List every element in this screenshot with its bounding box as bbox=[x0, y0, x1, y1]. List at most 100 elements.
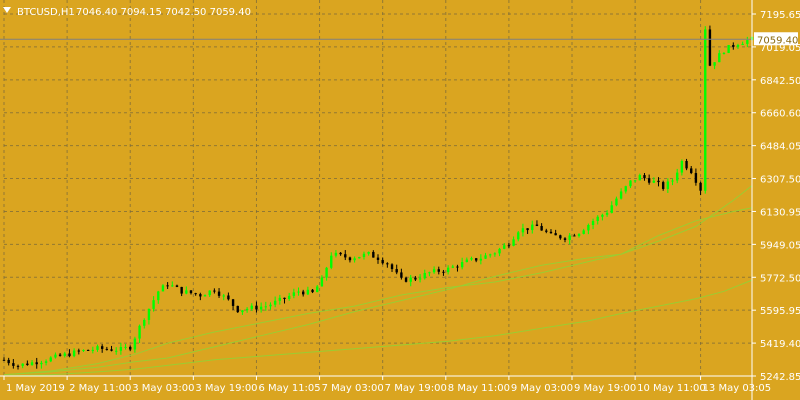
candle-body bbox=[245, 308, 249, 311]
candle-body bbox=[26, 363, 29, 366]
candle-body bbox=[563, 238, 567, 240]
x-tick-label: 7 May 03:00 bbox=[322, 383, 384, 394]
candle-body bbox=[35, 362, 38, 365]
candle-body bbox=[615, 198, 618, 206]
candle-body bbox=[414, 277, 417, 280]
candle-body bbox=[297, 291, 300, 293]
candle-body bbox=[713, 62, 716, 66]
moving-average-line bbox=[3, 279, 753, 377]
candle-body bbox=[718, 53, 721, 63]
candle-body bbox=[348, 257, 352, 261]
candle-body bbox=[96, 346, 99, 350]
candle-body bbox=[554, 233, 557, 236]
candle-body bbox=[474, 258, 478, 261]
candle-body bbox=[437, 269, 440, 272]
candle-body bbox=[105, 348, 109, 350]
candle-body bbox=[685, 160, 688, 169]
x-tick-label: 2 May 11:00 bbox=[69, 383, 131, 394]
candle-body bbox=[400, 272, 403, 278]
candle-body bbox=[746, 40, 749, 44]
candle-body bbox=[344, 254, 347, 258]
candle-body bbox=[418, 278, 422, 280]
candle-body bbox=[732, 45, 735, 47]
candle-body bbox=[255, 305, 258, 310]
y-tick-label: 5772.50 bbox=[760, 273, 800, 284]
candle-body bbox=[465, 259, 469, 263]
candle-body bbox=[390, 264, 394, 270]
candle-body bbox=[72, 350, 76, 357]
candle-body bbox=[119, 347, 123, 351]
candle-body bbox=[175, 285, 179, 287]
x-tick-label: 10 May 11:00 bbox=[637, 383, 706, 394]
candle-body bbox=[152, 300, 155, 309]
candle-body bbox=[568, 235, 571, 240]
candle-body bbox=[353, 258, 356, 261]
candle-body bbox=[180, 286, 183, 294]
candle-body bbox=[727, 45, 730, 53]
price-chart[interactable]: 7059.40 7195.657019.056842.506660.606484… bbox=[0, 0, 800, 400]
candle-body bbox=[409, 277, 412, 282]
candle-body bbox=[428, 272, 431, 274]
candle-body bbox=[189, 290, 193, 294]
candle-body bbox=[451, 266, 454, 268]
candle-body bbox=[250, 305, 253, 309]
candle-body bbox=[638, 175, 641, 181]
candle-body bbox=[100, 346, 104, 349]
y-tick-label: 5949.05 bbox=[760, 240, 800, 251]
x-tick-label: 7 May 19:00 bbox=[385, 383, 447, 394]
candle-body bbox=[278, 297, 282, 301]
candle-body bbox=[231, 299, 235, 306]
candle-body bbox=[512, 239, 515, 246]
candle-body bbox=[521, 228, 525, 233]
y-tick-label: 5419.40 bbox=[760, 339, 800, 350]
candle-body bbox=[166, 285, 169, 287]
candle-body bbox=[633, 180, 637, 182]
y-tick-label: 7195.65 bbox=[760, 10, 800, 21]
candle-body bbox=[573, 235, 576, 237]
candle-body bbox=[657, 180, 660, 183]
chart-window[interactable]: 7059.40 7195.65 7019.05 6842.50 6660.60 6484… bbox=[0, 0, 800, 400]
candle-body bbox=[217, 291, 221, 296]
candle-body bbox=[138, 325, 141, 339]
candle-body bbox=[507, 245, 511, 247]
candle-body bbox=[311, 289, 314, 293]
candle-body bbox=[269, 304, 272, 307]
candle-body bbox=[601, 214, 604, 217]
candle-body bbox=[54, 354, 57, 358]
candle-body bbox=[704, 29, 707, 191]
candle-body bbox=[549, 231, 553, 234]
candle-body bbox=[58, 354, 62, 356]
candle-body bbox=[283, 297, 286, 300]
candle-body bbox=[526, 228, 529, 231]
candle-body bbox=[531, 224, 534, 231]
candle-body bbox=[157, 291, 160, 301]
candle-body bbox=[213, 290, 216, 292]
candle-body bbox=[432, 269, 436, 273]
candle-body bbox=[540, 225, 543, 231]
candle-body bbox=[302, 291, 305, 295]
candle-body bbox=[582, 230, 585, 234]
candle-body bbox=[292, 292, 296, 296]
candle-body bbox=[587, 225, 590, 231]
candle-body bbox=[194, 293, 197, 295]
candle-body bbox=[493, 253, 497, 255]
candle-body bbox=[442, 271, 445, 273]
candle-body bbox=[661, 182, 665, 189]
moving-average-line bbox=[3, 185, 753, 376]
candle-body bbox=[694, 173, 698, 183]
x-tick-label: 1 May 2019 bbox=[6, 383, 65, 394]
candle-body bbox=[676, 172, 679, 181]
candle-body bbox=[479, 258, 483, 261]
grid bbox=[3, 0, 752, 377]
x-tick-label: 13 May 03:05 bbox=[703, 383, 772, 394]
candle-body bbox=[325, 267, 328, 278]
candle-body bbox=[741, 43, 744, 45]
y-tick-label: 6484.05 bbox=[760, 142, 800, 153]
candle-body bbox=[12, 363, 15, 366]
candle-body bbox=[91, 349, 95, 351]
candle-body bbox=[362, 253, 366, 257]
y-tick-label: 6130.95 bbox=[760, 207, 800, 218]
candle-body bbox=[647, 178, 651, 183]
candle-body bbox=[690, 168, 693, 174]
candle-body bbox=[199, 294, 202, 297]
